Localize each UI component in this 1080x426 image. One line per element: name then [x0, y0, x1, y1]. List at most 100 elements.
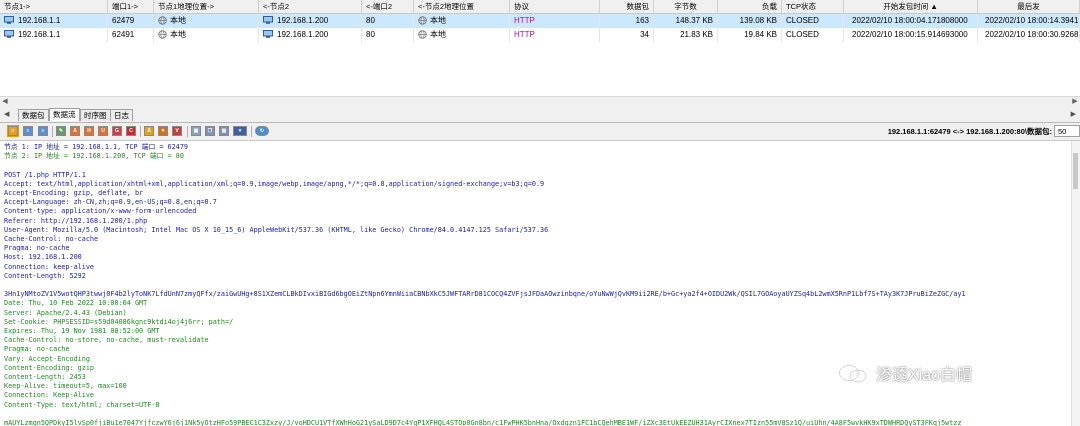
- node1-value: 192.168.1.1: [18, 30, 61, 39]
- scroll-left-icon[interactable]: ◀: [0, 97, 10, 107]
- decode-icon[interactable]: A: [144, 126, 154, 136]
- stream-line: Accept-Language: zh-CN,zh;q=0.9,en-US;q=…: [4, 198, 217, 207]
- cell-node2: 192.168.1.200: [259, 28, 362, 42]
- stream-line: Content-Length: 5292: [4, 271, 86, 280]
- col-geo1[interactable]: 节点1地理位置->: [154, 0, 259, 13]
- toolbar-separator: [187, 126, 188, 137]
- computer-icon: [263, 16, 273, 24]
- save-text-icon[interactable]: ▤: [219, 126, 229, 136]
- globe-icon: [158, 30, 167, 39]
- stream-line: User-Agent: Mozilla/5.0 (Macintosh; Inte…: [4, 225, 549, 234]
- stream-line: Content-Length: 2453: [4, 373, 86, 381]
- stream-line: Pragma: no-cache: [4, 345, 70, 354]
- cell-geo2: 本地: [414, 14, 510, 28]
- col-bytes[interactable]: 字节数: [654, 0, 718, 13]
- cell-payload: 19.84 KB: [718, 28, 782, 42]
- cell-geo2: 本地: [414, 28, 510, 42]
- col-port2[interactable]: <-端口2: [362, 0, 414, 13]
- highlight-icon[interactable]: ✦: [158, 126, 168, 136]
- computer-icon: [4, 30, 14, 38]
- ascii-view-icon[interactable]: A: [70, 126, 80, 136]
- col-packets[interactable]: 数据包: [600, 0, 654, 13]
- toolbar-separator: [251, 126, 252, 137]
- cell-node2: 192.168.1.200: [259, 14, 362, 28]
- stream-line: 节点 1: IP 地址 = 192.168.1.1, TCP 端口 = 6247…: [4, 143, 189, 151]
- col-node1[interactable]: 节点1->: [0, 0, 108, 13]
- unicode-view-icon[interactable]: C: [126, 126, 136, 136]
- refresh-icon[interactable]: ↻: [255, 126, 269, 136]
- packet-count-input[interactable]: 50: [1054, 125, 1080, 137]
- globe-icon: [418, 30, 427, 39]
- stream-line: Cache-Control: no-store, no-cache, must-…: [4, 336, 209, 345]
- stream-line: Keep-Alive: timeout=5, max=100: [4, 382, 127, 391]
- tab-scroll-left-icon[interactable]: ◀: [4, 110, 9, 118]
- tab-sequence[interactable]: 时序图: [80, 109, 111, 121]
- tab-log[interactable]: 日志: [110, 109, 133, 121]
- stream-toolbar: ≡ ≡ ≡ ✎ A H U G C A ✦ V ▣ ❐ ▤ ▾ ↻ 192.16…: [0, 123, 1080, 141]
- stream-line: Accept-Encoding: gzip, deflate, br: [4, 189, 144, 197]
- computer-icon: [4, 16, 14, 24]
- cell-tcp-state: CLOSED: [782, 14, 844, 28]
- globe-icon: [158, 16, 167, 25]
- stream-view-icon[interactable]: ≡: [7, 125, 19, 137]
- stream-line: Referer: http://192.168.1.200/1.php: [4, 216, 148, 225]
- stream-line: 3Hn1yNMtoZV1V5wotQHP3twwj0F4b2lyToNK7Lfd…: [4, 290, 966, 299]
- cell-protocol: HTTP: [510, 14, 600, 28]
- cell-bytes: 148.37 KB: [654, 14, 718, 28]
- copy-icon[interactable]: ❐: [205, 126, 215, 136]
- cell-packets: 163: [600, 14, 654, 28]
- table-row[interactable]: 192.168.1.1 62491 本地 192.168.1.200 80 本地…: [0, 28, 1080, 42]
- col-geo2[interactable]: <-节点2地理位置: [414, 0, 510, 13]
- utf8-view-icon[interactable]: U: [98, 126, 108, 136]
- image-icon[interactable]: ▣: [191, 126, 201, 136]
- stream-line: Pragma: no-cache: [4, 244, 70, 253]
- horizontal-scrollbar[interactable]: ◀ ▶: [0, 96, 1080, 107]
- cell-start-time: 2022/02/10 18:00:04.171808000: [844, 14, 978, 28]
- col-protocol[interactable]: 协议: [510, 0, 600, 13]
- stream-line: Expires: Thu, 19 Nov 1981 08:52:00 GMT: [4, 327, 160, 335]
- cell-last-time: 2022/02/10 18:00:30.9268: [978, 28, 1080, 42]
- cell-geo1: 本地: [154, 14, 259, 28]
- tab-scroll-right-icon[interactable]: ▶: [1071, 110, 1076, 118]
- scroll-right-icon[interactable]: ▶: [1070, 97, 1080, 107]
- cell-tcp-state: CLOSED: [782, 28, 844, 42]
- stream-line: Content-Encoding: gzip: [4, 363, 95, 372]
- edit-icon[interactable]: ✎: [56, 126, 66, 136]
- tab-stream[interactable]: 数据流: [49, 108, 80, 121]
- node2-value: 192.168.1.200: [277, 16, 329, 25]
- col-tcp-state[interactable]: TCP状态: [782, 0, 844, 13]
- hex-view-icon[interactable]: H: [84, 126, 94, 136]
- col-last-time[interactable]: 最后发: [978, 0, 1080, 13]
- session-table: 节点1-> 端口1-> 节点1地理位置-> <-节点2 <-端口2 <-节点2地…: [0, 0, 1080, 96]
- stream-line: Accept: text/html,application/xhtml+xml,…: [4, 179, 545, 188]
- wechat-icon: [838, 364, 867, 383]
- tab-packets[interactable]: 数据包: [18, 109, 49, 121]
- cell-start-time: 2022/02/10 18:00:15.914693000: [844, 28, 978, 42]
- vertical-scrollbar[interactable]: [1071, 141, 1080, 426]
- node2-view-icon[interactable]: ≡: [38, 126, 48, 136]
- col-port1[interactable]: 端口1->: [108, 0, 154, 13]
- cell-packets: 34: [600, 28, 654, 42]
- node1-view-icon[interactable]: ≡: [23, 126, 33, 136]
- node1-value: 192.168.1.1: [18, 16, 61, 25]
- stream-line: mAUYLzmqn5QPDkyI5lvSp0fjiBu1e7047YjfczwY…: [4, 419, 962, 426]
- scroll-thumb[interactable]: [1073, 153, 1078, 189]
- cell-port2: 80: [362, 14, 414, 28]
- stream-line: Host: 192.168.1.200: [4, 253, 82, 262]
- watermark-text: 渗透Xiao白帽: [876, 367, 973, 384]
- geo1-value: 本地: [170, 16, 186, 25]
- cell-port2: 80: [362, 28, 414, 42]
- table-row[interactable]: 192.168.1.1 62479 本地 192.168.1.200 80 本地…: [0, 14, 1080, 28]
- save-dropdown-icon[interactable]: ▾: [233, 126, 247, 136]
- cell-payload: 139.08 KB: [718, 14, 782, 28]
- cell-bytes: 21.83 KB: [654, 28, 718, 42]
- vt-icon[interactable]: V: [172, 126, 182, 136]
- gbk-view-icon[interactable]: G: [112, 126, 122, 136]
- geo1-value: 本地: [170, 30, 186, 39]
- col-node2[interactable]: <-节点2: [259, 0, 362, 13]
- col-payload[interactable]: 负载: [718, 0, 782, 13]
- cell-geo1: 本地: [154, 28, 259, 42]
- col-start-time[interactable]: 开始发包时间 ▲: [844, 0, 978, 13]
- stream-line: Connection: Keep-Alive: [4, 391, 95, 400]
- geo2-value: 本地: [430, 16, 446, 25]
